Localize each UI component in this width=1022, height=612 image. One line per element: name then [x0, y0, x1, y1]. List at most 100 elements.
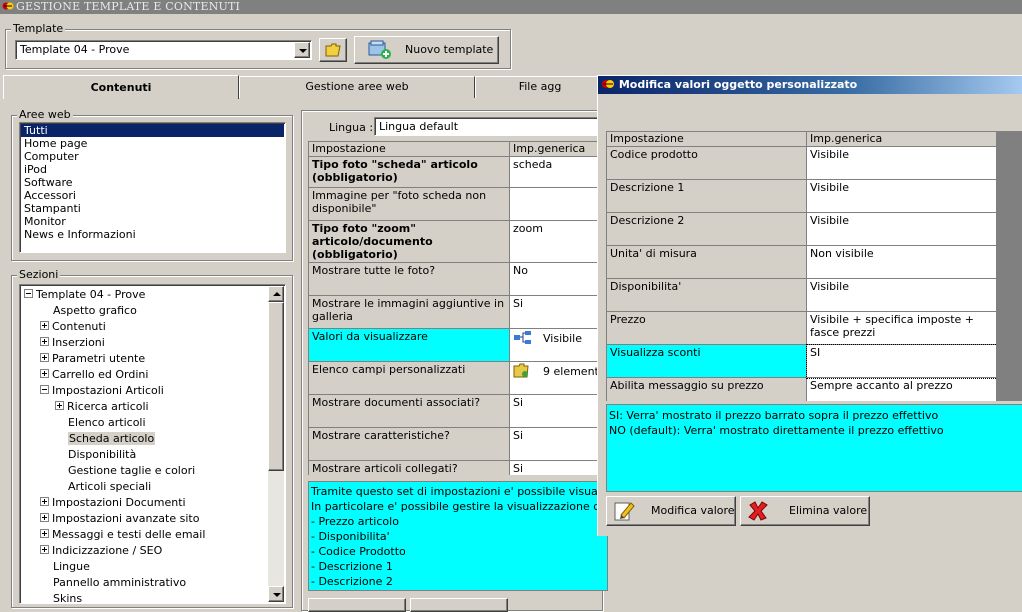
sezioni-tree[interactable]: Template 04 - Prove Aspetto grafico Conten… — [19, 284, 286, 604]
setting-value[interactable] — [509, 187, 602, 221]
expand-icon[interactable] — [40, 529, 49, 538]
elimina-valore-button[interactable]: Elimina valore — [740, 496, 870, 526]
lingua-select[interactable]: Lingua default — [374, 117, 604, 136]
template-select-dropdown-button[interactable] — [294, 42, 310, 58]
expand-icon[interactable] — [40, 497, 49, 506]
aree-web-item[interactable]: Accessori — [21, 189, 284, 202]
new-template-button[interactable]: Nuovo template — [354, 36, 499, 64]
settings-grid-row[interactable]: Mostrare caratteristiche? Si — [308, 427, 602, 461]
setting-value[interactable]: 9 elementi — [509, 361, 602, 395]
dialog-grid-row[interactable]: Descrizione 1 Visibile — [606, 179, 996, 213]
template-select[interactable]: Template 04 - Prove — [15, 40, 312, 60]
settings-grid-row[interactable]: Elenco campi personalizzati 9 elementi — [308, 361, 602, 395]
tab-contenuti[interactable]: Contenuti — [3, 75, 239, 99]
bottom-edit-button[interactable] — [308, 598, 406, 612]
tree-node[interactable]: Impostazioni avanzate sito — [40, 511, 199, 527]
tree-node[interactable]: Carrello ed Ordini — [40, 367, 148, 383]
aree-web-item[interactable]: Tutti — [21, 124, 284, 137]
expand-icon[interactable] — [40, 337, 49, 346]
tree-node[interactable]: Scheda articolo — [55, 431, 156, 447]
tree-node[interactable]: Gestione taglie e colori — [55, 463, 195, 479]
aree-web-item[interactable]: iPod — [21, 163, 284, 176]
setting-value[interactable]: No — [509, 262, 602, 296]
collapse-icon[interactable] — [24, 289, 33, 298]
collapse-icon[interactable] — [40, 385, 49, 394]
chevron-down-icon — [299, 49, 307, 53]
dialog-grid-row[interactable]: Unita' di misura Non visibile — [606, 245, 996, 279]
aree-web-item[interactable]: Monitor — [21, 215, 284, 228]
settings-grid-row[interactable]: Mostrare documenti associati? Si — [308, 394, 602, 428]
setting-name: Tipo foto "scheda" articolo (obbligatori… — [308, 156, 510, 188]
scroll-down-button[interactable] — [268, 586, 284, 602]
aree-web-item[interactable]: Stampanti — [21, 202, 284, 215]
tree-node[interactable]: Disponibilità — [55, 447, 136, 463]
tree-node[interactable]: Pannello amministrativo — [40, 575, 186, 591]
settings-grid-row[interactable]: Immagine per "foto scheda non disponibil… — [308, 187, 602, 221]
expand-icon[interactable] — [55, 401, 64, 410]
tree-node[interactable]: Skins — [40, 591, 82, 603]
tab-file-agg[interactable]: File agg — [475, 76, 605, 98]
tree-node[interactable]: Lingue — [40, 559, 90, 575]
setting-value[interactable]: Si — [509, 460, 602, 475]
setting-value[interactable]: Si — [509, 295, 602, 329]
tree-node[interactable]: Aspetto grafico — [40, 303, 137, 319]
dialog-grid-row[interactable]: Visualizza sconti SI — [606, 343, 996, 379]
dialog-setting-value[interactable]: Visibile — [806, 278, 996, 312]
dialog-grid-row[interactable]: Abilita messaggio su prezzo Sempre accant… — [606, 377, 996, 401]
dialog-grid-header[interactable]: Impostazione — [606, 131, 807, 147]
tree-node[interactable]: Template 04 - Prove — [24, 287, 145, 303]
aree-web-item[interactable]: News e Informazioni — [21, 228, 284, 241]
scroll-thumb[interactable] — [268, 302, 284, 471]
settings-grid-row[interactable]: Mostrare tutte le foto? No — [308, 262, 602, 296]
tree-node[interactable]: Parametri utente — [40, 351, 145, 367]
tree-node[interactable]: Messaggi e testi delle email — [40, 527, 205, 543]
expand-icon[interactable] — [40, 353, 49, 362]
dialog-setting-value[interactable]: Visibile — [806, 179, 996, 213]
expand-icon[interactable] — [40, 545, 49, 554]
settings-grid-row[interactable]: Tipo foto "zoom" articolo/documento (obb… — [308, 220, 602, 263]
tree-node[interactable]: Articoli speciali — [55, 479, 151, 495]
setting-value[interactable]: Si — [509, 394, 602, 428]
tree-node[interactable]: Impostazioni Articoli — [40, 383, 164, 399]
tree-node[interactable]: Impostazioni Documenti — [40, 495, 186, 511]
dialog-setting-value[interactable]: SI — [805, 343, 996, 379]
settings-grid-row[interactable]: Valori da visualizzare Visibile — [308, 328, 602, 362]
sezioni-scrollbar[interactable] — [268, 286, 284, 602]
dialog-setting-value[interactable]: Visibile + specifica imposte + fasce pre… — [806, 311, 996, 345]
tab-gestione-aree-web[interactable]: Gestione aree web — [239, 76, 475, 98]
bottom-delete-button[interactable] — [410, 598, 508, 612]
modifica-valore-button[interactable]: Modifica valore — [606, 496, 736, 526]
scroll-up-button[interactable] — [268, 286, 284, 302]
tree-node[interactable]: Ricerca articoli — [55, 399, 149, 415]
tree-node[interactable]: Indicizzazione / SEO — [40, 543, 162, 559]
setting-value[interactable]: scheda — [509, 156, 602, 188]
settings-grid-header[interactable]: Impostazione — [308, 141, 510, 157]
open-folder-button[interactable] — [319, 38, 347, 62]
settings-grid-row[interactable]: Mostrare le immagini aggiuntive in galle… — [308, 295, 602, 329]
settings-grid-row[interactable]: Mostrare articoli collegati? Si — [308, 460, 602, 475]
expand-icon[interactable] — [40, 369, 49, 378]
tree-node[interactable]: Inserzioni — [40, 335, 105, 351]
aree-web-item[interactable]: Software — [21, 176, 284, 189]
dialog-grid-row[interactable]: Descrizione 2 Visibile — [606, 212, 996, 246]
tree-node[interactable]: Elenco articoli — [55, 415, 146, 431]
dialog-grid-row[interactable]: Codice prodotto Visibile — [606, 146, 996, 180]
setting-value[interactable]: Si — [509, 427, 602, 461]
settings-grid-row[interactable]: Tipo foto "scheda" articolo (obbligatori… — [308, 156, 602, 188]
aree-web-item[interactable]: Computer — [21, 150, 284, 163]
expand-icon[interactable] — [40, 321, 49, 330]
dialog-setting-value[interactable]: Sempre accanto al prezzo — [806, 377, 996, 401]
aree-web-list[interactable]: Tutti Home page Computer iPod Software Access… — [19, 122, 286, 253]
dialog-setting-value[interactable]: Visibile — [806, 146, 996, 180]
tree-node[interactable]: Contenuti — [40, 319, 106, 335]
expand-icon[interactable] — [40, 513, 49, 522]
setting-value[interactable]: zoom — [509, 220, 602, 263]
dialog-setting-value[interactable]: Non visibile — [806, 245, 996, 279]
aree-web-item[interactable]: Home page — [21, 137, 284, 150]
setting-value[interactable]: Visibile — [509, 328, 602, 362]
dialog-grid-row[interactable]: Disponibilita' Visibile — [606, 278, 996, 312]
settings-grid-header[interactable]: Imp.generica — [509, 141, 602, 157]
dialog-grid-header[interactable]: Imp.generica — [806, 131, 996, 147]
dialog-grid-row[interactable]: Prezzo Visibile + specifica imposte + fas… — [606, 311, 996, 345]
dialog-setting-value[interactable]: Visibile — [806, 212, 996, 246]
